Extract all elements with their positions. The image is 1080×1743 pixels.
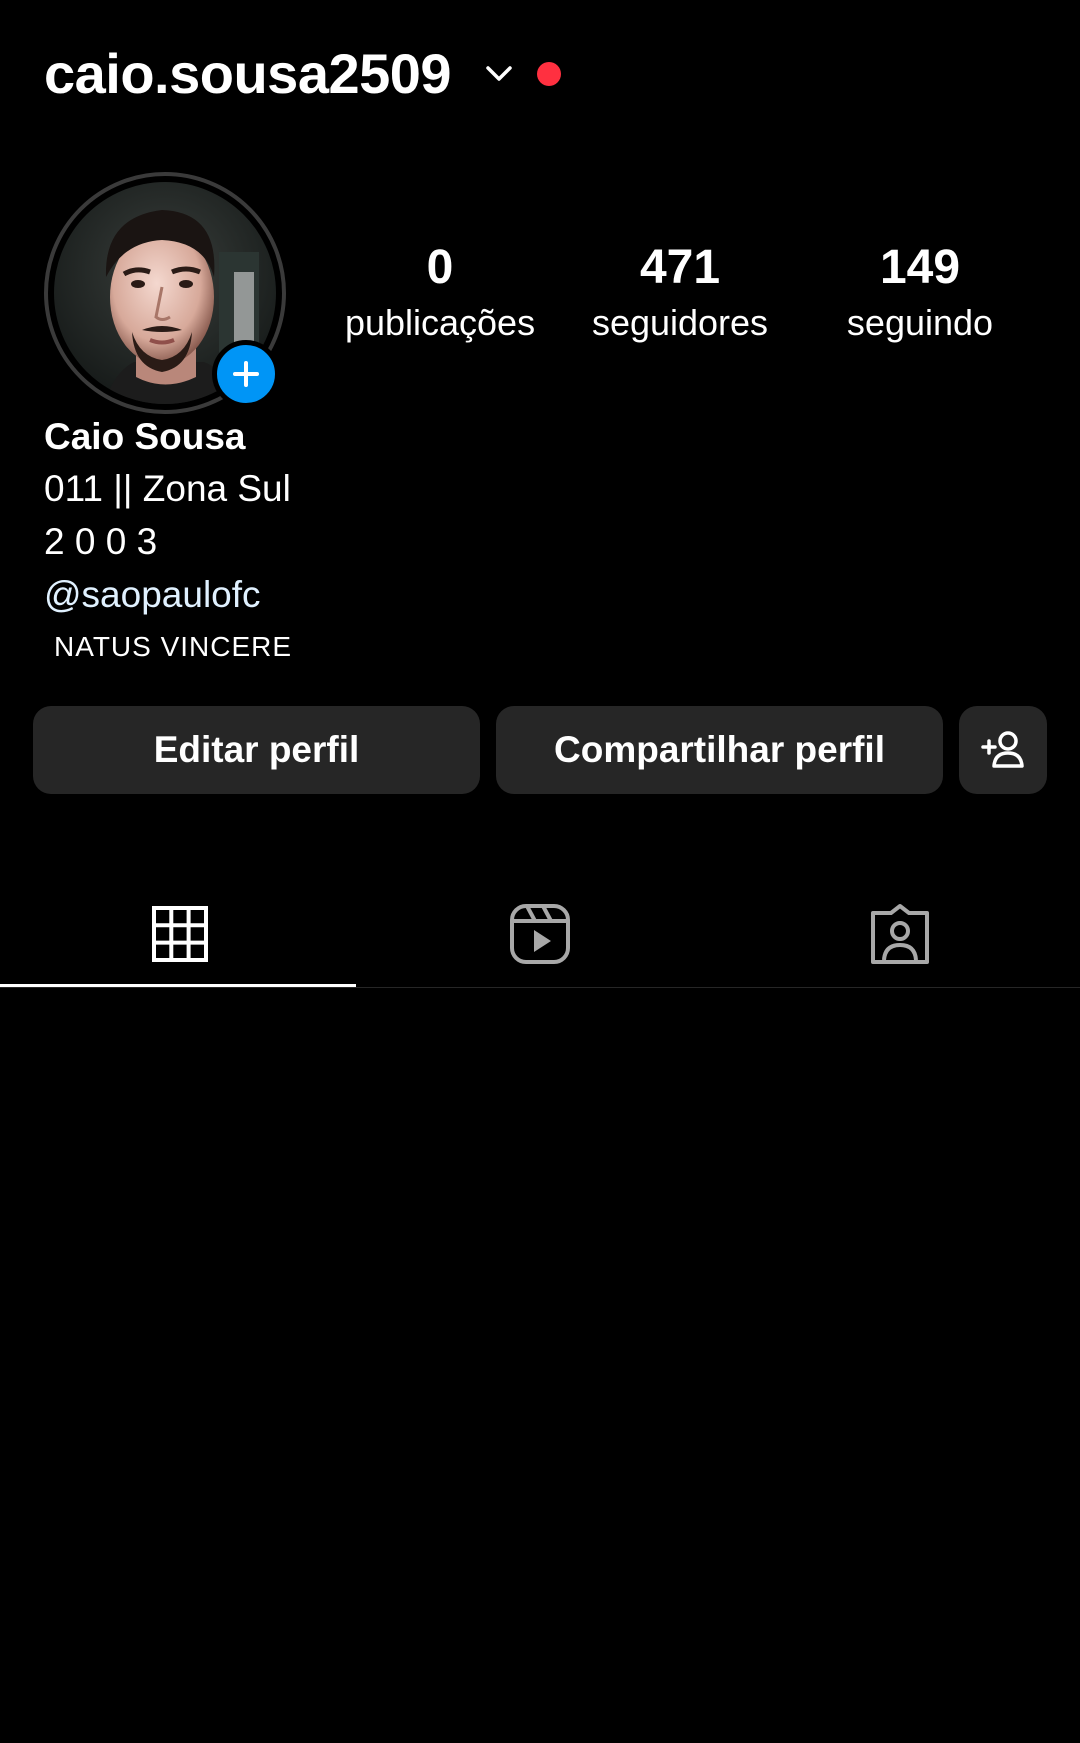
followers-count: 471	[639, 241, 721, 294]
grid-icon	[152, 906, 208, 962]
tabs-divider	[0, 987, 1080, 988]
posts-count: 0	[426, 241, 454, 294]
notification-dot	[537, 62, 562, 86]
tab-tagged[interactable]	[720, 880, 1080, 988]
posts-grid-empty	[0, 990, 1080, 1743]
bio-mention-link[interactable]: @saopaulofc	[44, 568, 292, 621]
display-name: Caio Sousa	[44, 416, 246, 457]
profile-bio: Caio Sousa 011 || Zona Sul 2 0 0 3 @saop…	[44, 412, 292, 669]
tagged-icon	[871, 904, 929, 964]
stat-followers[interactable]: 471 seguidores	[560, 236, 800, 348]
following-label: seguindo	[846, 302, 994, 343]
edit-profile-button[interactable]: Editar perfil	[33, 706, 480, 794]
account-switcher-username[interactable]: caio.sousa2509	[44, 34, 452, 114]
profile-stats: 0 publicações 471 seguidores 149 seguind…	[320, 236, 1040, 356]
profile-page: caio.sousa2509 0 publicações 471 seguido…	[0, 0, 1080, 1743]
following-count: 149	[879, 241, 961, 294]
posts-label: publicações	[344, 302, 536, 343]
discover-people-button[interactable]	[959, 706, 1047, 794]
bio-line-year: 2 0 0 3	[44, 521, 158, 562]
chevron-down-icon[interactable]	[481, 56, 517, 92]
profile-header: caio.sousa2509	[44, 34, 562, 114]
stat-following[interactable]: 149 seguindo	[800, 236, 1040, 348]
bio-tagline: NATUS VINCERE	[54, 631, 293, 662]
tab-reels[interactable]	[360, 880, 720, 988]
add-story-button[interactable]	[212, 340, 280, 408]
share-profile-button[interactable]: Compartilhar perfil	[496, 706, 943, 794]
plus-icon	[233, 361, 259, 387]
stat-posts[interactable]: 0 publicações	[320, 236, 560, 348]
profile-content-tabs	[0, 880, 1080, 988]
add-person-icon	[981, 731, 1024, 768]
followers-label: seguidores	[591, 302, 769, 343]
tab-posts-grid[interactable]	[0, 880, 360, 988]
bio-line-location: 011 || Zona Sul	[44, 468, 291, 509]
reels-icon	[510, 904, 570, 964]
